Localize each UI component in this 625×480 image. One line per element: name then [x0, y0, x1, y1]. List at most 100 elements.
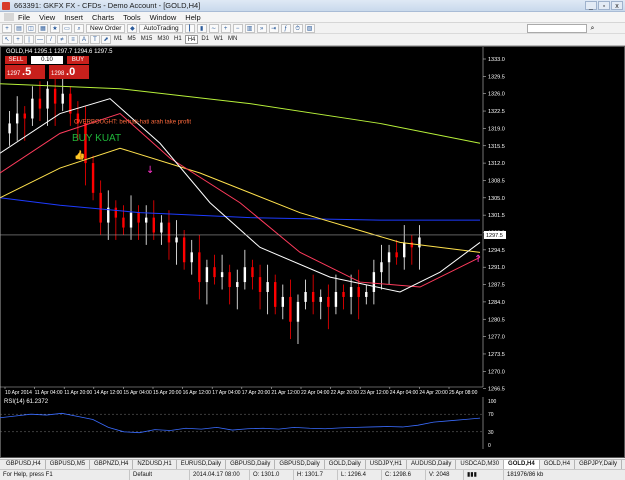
minimize-button[interactable]: _: [585, 1, 597, 10]
cursor-icon[interactable]: ↖: [2, 35, 12, 44]
chart-tab[interactable]: GBPUSD,Daily: [226, 460, 276, 469]
chart-tab[interactable]: USDJPY,H1: [366, 460, 408, 469]
price-tick-label: 1273.5: [488, 352, 505, 358]
buy-button[interactable]: BUY: [67, 56, 89, 64]
buy-price[interactable]: 1298 .0: [49, 65, 89, 79]
buy-signal-annotation: BUY KUAT: [72, 133, 121, 144]
candle-body: [99, 192, 102, 223]
candle-body: [349, 287, 353, 297]
profiles-icon[interactable]: ▤: [14, 23, 24, 33]
trendline-icon[interactable]: /: [46, 35, 56, 44]
search-input[interactable]: [527, 24, 587, 33]
chart-shift-icon[interactable]: ⇥: [268, 23, 279, 33]
rsi-line: [0, 412, 481, 434]
zoom-in-icon[interactable]: +: [220, 23, 231, 33]
periods-icon[interactable]: ⏱: [292, 23, 303, 33]
price-tick-label: 1329.5: [488, 74, 505, 80]
timeframe-m15[interactable]: M15: [139, 35, 155, 44]
navigator-icon[interactable]: ★: [50, 23, 60, 33]
chart-tab[interactable]: USDCAD,M30: [456, 460, 505, 469]
data-window-icon[interactable]: ▦: [38, 23, 48, 33]
new-chart-icon[interactable]: +: [2, 23, 12, 33]
label-icon[interactable]: T: [90, 35, 100, 44]
crosshair-icon[interactable]: +: [13, 35, 23, 44]
time-tick-label: 22 Apr 04:00: [301, 390, 330, 395]
timeframe-m1[interactable]: M1: [112, 35, 124, 44]
price-tick-label: 1305.0: [488, 196, 505, 202]
search-icon[interactable]: ⌕: [588, 24, 597, 33]
buy-price-big: .0: [66, 66, 76, 78]
candle-body: [114, 207, 118, 218]
indicators-icon[interactable]: ƒ: [280, 23, 291, 33]
menu-tools[interactable]: Tools: [123, 13, 141, 22]
chart-title: GOLD,H4 1295.1 1297.7 1294.6 1297.5: [6, 49, 113, 55]
close-button[interactable]: x: [611, 1, 623, 10]
timeframe-m30[interactable]: M30: [155, 35, 171, 44]
terminal-icon[interactable]: ▭: [62, 23, 72, 33]
time-tick-label: 16 Apr 12:00: [183, 390, 212, 395]
fibonacci-icon[interactable]: ≡: [68, 35, 78, 44]
candle-body: [182, 237, 186, 263]
menu-window[interactable]: Window: [150, 13, 177, 22]
chart-tab[interactable]: GBPUSD,M5: [46, 460, 91, 469]
new-order-button[interactable]: New Order: [86, 23, 126, 33]
candle-body: [395, 252, 398, 258]
menu-view[interactable]: View: [39, 13, 55, 22]
candle-body: [160, 222, 163, 233]
timeframe-m5[interactable]: M5: [125, 35, 137, 44]
chart-tab[interactable]: GBPUSD,Daily: [275, 460, 325, 469]
ma-white-line: [0, 98, 481, 293]
chart-tab[interactable]: GBPNZD,H4: [90, 460, 134, 469]
zoom-out-icon[interactable]: −: [232, 23, 243, 33]
chart-tab[interactable]: EURUSD,Daily: [177, 460, 227, 469]
menu-charts[interactable]: Charts: [92, 13, 114, 22]
metaeditor-icon[interactable]: ◆: [127, 23, 138, 33]
templates-icon[interactable]: ▧: [304, 23, 315, 33]
buy-arrow-icon: ↑: [474, 254, 482, 265]
menu-file[interactable]: File: [18, 13, 30, 22]
menu-insert[interactable]: Insert: [64, 13, 83, 22]
one-click-trading-panel: SELL 0.10 BUY 1297 .5 1298 .0: [5, 56, 89, 82]
chart-window-icon: [4, 13, 14, 21]
tester-icon[interactable]: ⌕: [74, 23, 84, 33]
connection-status-icon: ▮▮▮: [464, 470, 504, 480]
bar-chart-icon[interactable]: ┃: [184, 23, 195, 33]
chart-tab[interactable]: AUDUSD,Daily: [407, 460, 457, 469]
chart-tab[interactable]: GOLD,H4: [504, 460, 540, 469]
candle-body: [327, 296, 330, 307]
sell-button[interactable]: SELL: [5, 56, 27, 64]
tile-windows-icon[interactable]: ▥: [244, 23, 255, 33]
candle-body: [61, 93, 64, 104]
candle-body: [144, 217, 148, 223]
line-chart-icon[interactable]: ∼: [208, 23, 219, 33]
autotrading-button[interactable]: AutoTrading: [139, 23, 183, 33]
timeframe-h1[interactable]: H1: [172, 35, 184, 44]
horizontal-line-icon[interactable]: —: [35, 35, 45, 44]
menu-help[interactable]: Help: [185, 13, 200, 22]
autoscroll-icon[interactable]: »: [256, 23, 267, 33]
price-tick-label: 1326.0: [488, 92, 505, 98]
price-chart[interactable]: 1333.0 1329.5 1326.0 1322.5 1319.0 1315.5 1312…: [0, 47, 625, 395]
chart-tab[interactable]: GOLD,H4: [540, 460, 576, 469]
sell-price[interactable]: 1297 .5: [5, 65, 45, 79]
timeframe-h4[interactable]: H4: [184, 35, 199, 44]
candle-body: [228, 272, 231, 288]
candle-body: [266, 282, 269, 292]
lot-size-input[interactable]: 0.10: [31, 56, 63, 64]
timeframe-w1[interactable]: W1: [212, 35, 225, 44]
vertical-line-icon[interactable]: |: [24, 35, 34, 44]
candle-chart-icon[interactable]: ▮: [196, 23, 207, 33]
timeframe-d1[interactable]: D1: [199, 35, 211, 44]
rsi-indicator-panel[interactable]: 100 70 30 0: [0, 397, 625, 449]
restore-button[interactable]: ▫: [598, 1, 610, 10]
text-icon[interactable]: A: [79, 35, 89, 44]
chart-tab[interactable]: GOLD,Daily: [325, 460, 366, 469]
chart-tab[interactable]: GBPJPY,Daily: [575, 460, 622, 469]
chart-tab[interactable]: NZDUSD,H1: [133, 460, 177, 469]
arrows-icon[interactable]: ⬈: [101, 35, 111, 44]
market-watch-icon[interactable]: ◫: [26, 23, 36, 33]
timeframe-mn[interactable]: MN: [226, 35, 239, 44]
candle-body: [8, 123, 11, 134]
chart-tab[interactable]: GBPUSD,H4: [2, 460, 46, 469]
channel-icon[interactable]: ≠: [57, 35, 67, 44]
